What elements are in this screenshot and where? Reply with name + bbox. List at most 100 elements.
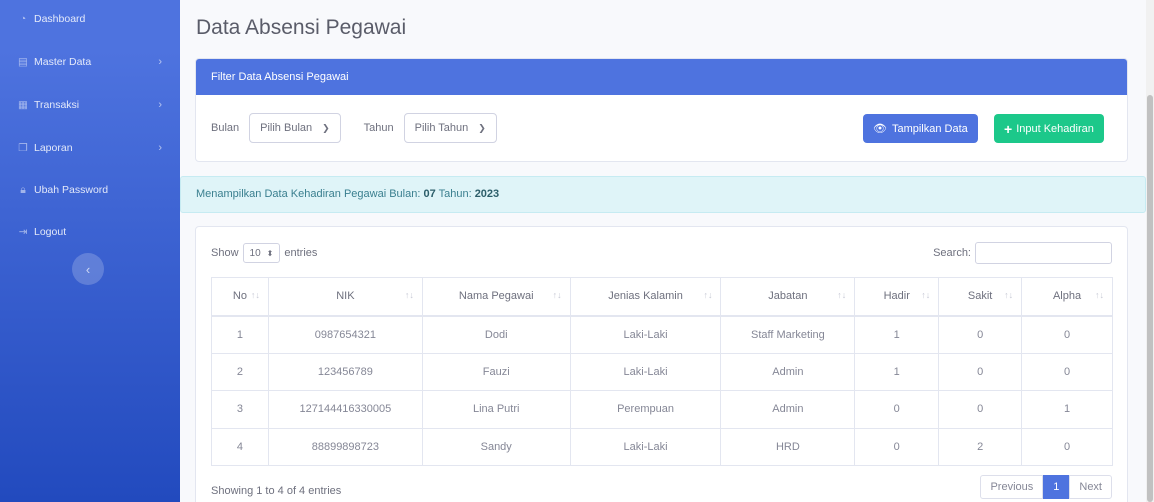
search-control: Search:	[933, 242, 1112, 264]
table-cell: Lina Putri	[421, 390, 571, 429]
copy-icon: ❐	[18, 142, 28, 154]
sort-icon: ↑↓	[921, 290, 931, 300]
table-cell: Dodi	[421, 315, 571, 354]
column-header-jenis-kelamin[interactable]: Jenias Kalamin ↑↓	[569, 277, 722, 317]
chevron-right-icon: ›	[158, 142, 162, 154]
table-cell: Laki-Laki	[569, 352, 722, 391]
sidebar-toggle-button[interactable]: ‹	[72, 253, 104, 285]
column-label: Hadir	[883, 290, 910, 303]
show-label: Show	[211, 247, 239, 259]
sidebar-item-dashboard[interactable]: ◔ Dashboard	[0, 9, 180, 29]
table-cell: 2	[211, 352, 269, 391]
filter-card: Filter Data Absensi Pegawai Bulan Pilih …	[195, 58, 1128, 162]
table-row: 3 127144416330005 Lina Putri Perempuan Admin…	[211, 390, 1113, 429]
table-cell: 3	[211, 390, 269, 429]
database-icon: ▤	[18, 56, 28, 68]
table-cell: 0	[1021, 427, 1113, 466]
scrollbar-thumb[interactable]	[1147, 95, 1153, 502]
table-cell: 2	[938, 427, 1023, 466]
sort-icon: ↑↓	[1095, 290, 1104, 300]
info-alert: Menampilkan Data Kehadiran Pegawai Bulan…	[180, 176, 1146, 213]
page-size-control: Show 10 ⬍ entries	[211, 243, 317, 263]
page-1-button[interactable]: 1	[1043, 475, 1070, 499]
sidebar-item-label: Ubah Password	[34, 184, 109, 196]
sidebar-item-label: Laporan	[34, 142, 73, 154]
table-cell: 0	[938, 315, 1023, 354]
chevron-down-icon: ❯	[322, 122, 330, 133]
updown-icon: ⬍	[266, 248, 274, 258]
table-cell: 0	[938, 390, 1023, 429]
page-title: Data Absensi Pegawai	[196, 16, 407, 39]
month-select-value: Pilih Bulan	[260, 122, 313, 134]
column-header-hadir[interactable]: Hadir ↑↓	[854, 277, 940, 317]
month-select[interactable]: Pilih Bulan ❯	[249, 113, 341, 143]
table-cell: 0	[938, 352, 1023, 391]
info-year-label: Tahun:	[438, 188, 472, 200]
sort-icon: ↑↓	[837, 290, 847, 300]
table-cell: 0	[1021, 315, 1113, 354]
table-row: 1 0987654321 Dodi Laki-Laki Staff Marketing 1…	[211, 315, 1113, 354]
sidebar-item-logout[interactable]: ⇥ Logout	[0, 222, 180, 242]
pagination: Previous 1 Next	[980, 475, 1112, 499]
sort-icon: ↑↓	[703, 290, 713, 300]
column-header-no[interactable]: No ↑↓	[211, 277, 269, 317]
sort-icon: ↑↓	[1004, 290, 1014, 300]
sidebar-item-label: Master Data	[34, 56, 92, 68]
sidebar-item-ubah-password[interactable]: 🔒︎ Ubah Password	[0, 180, 180, 200]
table-cell: Admin	[720, 390, 856, 429]
next-page-button[interactable]: Next	[1069, 475, 1112, 499]
table-header-row: No ↑↓ NIK ↑↓ Nama Pegawai ↑↓ Jenias Kalamin…	[211, 277, 1113, 317]
year-label: Tahun	[363, 122, 394, 134]
sidebar: ◔ Dashboard ▤ Master Data › ▦ Transaksi …	[0, 0, 180, 502]
chevron-right-icon: ›	[158, 56, 162, 68]
table-row: 4 88899898723 Sandy Laki-Laki HRD 0 2 0	[211, 427, 1113, 466]
input-attendance-label: Input Kehadiran	[1016, 122, 1094, 135]
table-cell: 0	[1021, 352, 1113, 391]
column-label: NIK	[336, 290, 355, 303]
info-prefix: Menampilkan Data Kehadiran Pegawai Bulan…	[196, 188, 421, 200]
chevron-down-icon: ❯	[478, 122, 486, 133]
plus-icon: +	[1004, 120, 1013, 137]
month-label: Bulan	[211, 122, 240, 134]
column-header-nik[interactable]: NIK ↑↓	[267, 277, 423, 317]
column-header-sakit[interactable]: Sakit ↑↓	[938, 277, 1023, 317]
column-header-alpha[interactable]: Alpha ↑↓	[1021, 277, 1113, 317]
table-cell: 4	[211, 427, 269, 466]
table-icon: ▦	[18, 99, 28, 111]
entries-label: entries	[284, 247, 318, 259]
input-attendance-button[interactable]: + Input Kehadiran	[994, 114, 1104, 143]
chevron-left-icon: ‹	[85, 261, 91, 277]
sidebar-item-label: Transaksi	[34, 99, 80, 111]
table-cell: 88899898723	[267, 427, 423, 466]
sidebar-item-master-data[interactable]: ▤ Master Data ›	[0, 52, 180, 72]
search-label: Search:	[933, 247, 971, 259]
column-header-nama[interactable]: Nama Pegawai ↑↓	[421, 277, 571, 317]
main-content: Data Absensi Pegawai Filter Data Absensi…	[180, 0, 1154, 502]
sidebar-item-label: Logout	[34, 226, 67, 238]
sidebar-item-laporan[interactable]: ❐ Laporan ›	[0, 138, 180, 158]
table-cell: Laki-Laki	[569, 315, 722, 354]
table-cell: Perempuan	[569, 390, 722, 429]
logout-icon: ⇥	[18, 226, 28, 238]
page-size-select[interactable]: 10 ⬍	[242, 243, 281, 263]
show-data-label: Tampilkan Data	[891, 122, 968, 135]
previous-page-button[interactable]: Previous	[980, 475, 1044, 499]
eye-icon: 👁︎	[873, 123, 887, 135]
table-row: 2 123456789 Fauzi Laki-Laki Admin 1 0 0	[211, 352, 1113, 391]
sidebar-item-label: Dashboard	[34, 13, 86, 25]
column-label: No	[232, 290, 247, 303]
year-select[interactable]: Pilih Tahun ❯	[403, 113, 497, 143]
table-cell: 1	[854, 315, 940, 354]
sidebar-item-transaksi[interactable]: ▦ Transaksi ›	[0, 95, 180, 115]
search-input[interactable]	[975, 242, 1112, 264]
table-cell: HRD	[720, 427, 856, 466]
entries-info: Showing 1 to 4 of 4 entries	[211, 485, 342, 497]
table-cell: 0	[854, 427, 940, 466]
table-cell: 1	[854, 352, 940, 391]
column-header-jabatan[interactable]: Jabatan ↑↓	[720, 277, 856, 317]
scrollbar[interactable]	[1146, 0, 1154, 502]
table-cell: Fauzi	[421, 352, 571, 391]
show-data-button[interactable]: 👁︎ Tampilkan Data	[863, 114, 978, 143]
column-label: Nama Pegawai	[458, 290, 534, 303]
filter-card-header: Filter Data Absensi Pegawai	[196, 59, 1127, 95]
